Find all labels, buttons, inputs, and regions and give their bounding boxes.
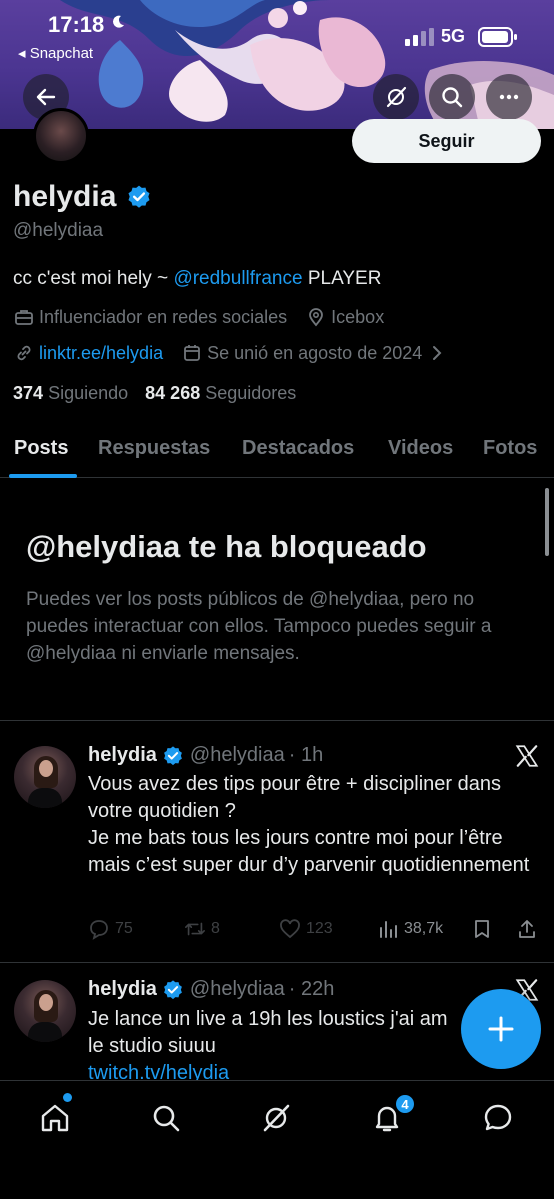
reply-button[interactable]: 75	[88, 918, 133, 940]
post-timestamp: · 22h	[288, 978, 335, 1000]
profile-avatar[interactable]	[33, 108, 89, 164]
compose-post-button[interactable]	[461, 989, 541, 1069]
message-icon	[484, 1104, 512, 1131]
profile-handle: @helydiaa	[13, 220, 104, 241]
chevron-right-icon[interactable]	[426, 342, 448, 364]
blocked-message: Puedes ver los posts públicos de @helydi…	[26, 589, 492, 664]
scrollbar[interactable]	[545, 488, 549, 556]
plus-icon	[488, 1016, 514, 1042]
post-avatar[interactable]	[14, 980, 76, 1042]
focus-moon-icon	[113, 15, 124, 28]
x-logo-icon[interactable]	[514, 743, 540, 769]
post-header: helydia @helydiaa · 1h	[88, 744, 323, 767]
post-text: Vous avez des tips pour être + disciplin…	[88, 771, 538, 879]
blocked-title: @helydiaa te ha bloqueado	[26, 529, 427, 564]
back-to-app-link[interactable]: ◂ Snapchat	[18, 44, 93, 62]
home-icon	[41, 1104, 69, 1132]
like-button[interactable]: 123	[279, 918, 333, 940]
reply-icon	[88, 918, 110, 940]
profile-website-link[interactable]: linktr.ee/helydia	[39, 343, 163, 364]
nav-messages[interactable]	[481, 1101, 515, 1135]
bio-mention-link[interactable]: @redbullfrance	[173, 268, 302, 289]
follow-counts: 374 Siguiendo 84 268 Seguidores	[13, 383, 296, 404]
nav-grok[interactable]	[259, 1101, 293, 1135]
post-actions: 75 8 123 38,7k	[88, 918, 540, 944]
views-count: 38,7k	[404, 920, 444, 937]
bookmark-button[interactable]	[471, 918, 498, 940]
profile-category: Influenciador en redes sociales	[39, 306, 288, 327]
follow-button[interactable]: Seguir	[352, 119, 541, 163]
post-author-handle: @helydiaa	[189, 978, 285, 1000]
home-unread-dot	[63, 1093, 72, 1102]
profile-joined-date[interactable]: Se unió en agosto de 2024	[207, 343, 422, 364]
verified-badge-icon	[164, 745, 182, 765]
bookmark-icon	[471, 918, 493, 940]
share-button[interactable]	[516, 918, 543, 940]
profile-tabs: Posts Respuestas Destacados Videos Fotos	[0, 420, 554, 478]
cellular-signal-icon	[405, 28, 434, 46]
post-author-handle: @helydiaa	[189, 744, 285, 766]
analytics-icon	[377, 918, 399, 940]
post-text-line: Je me bats tous les jours contre moi pou…	[88, 827, 530, 876]
profile-display-name: helydia	[13, 180, 117, 213]
bio-text-suffix: PLAYER	[302, 268, 382, 289]
search-icon	[153, 1105, 180, 1132]
notifications-badge: 4	[394, 1093, 416, 1115]
post-author-name[interactable]: helydia	[88, 744, 157, 767]
post-text: Je lance un live a 19h les loustics j'ai…	[88, 1006, 468, 1087]
repost-count: 8	[211, 920, 220, 937]
battery-icon	[478, 27, 517, 47]
profile-bio: cc c'est moi hely ~ @redbullfrance PLAYE…	[13, 268, 381, 290]
tab-videos[interactable]: Videos	[388, 437, 453, 460]
divider	[0, 962, 554, 963]
repost-button[interactable]: 8	[184, 918, 220, 940]
profile-location: Icebox	[331, 306, 385, 327]
search-icon	[442, 87, 463, 108]
active-tab-indicator	[9, 474, 77, 478]
briefcase-icon	[13, 306, 35, 328]
bio-text: cc c'est moi hely ~	[13, 268, 174, 289]
profile-banner: 17:18 ◂ Snapchat 5G	[0, 0, 554, 129]
reply-count: 75	[115, 920, 133, 937]
search-button[interactable]	[429, 74, 475, 120]
share-icon	[516, 918, 538, 940]
tab-posts[interactable]: Posts	[14, 437, 68, 460]
like-count: 123	[306, 920, 333, 937]
views-button[interactable]: 38,7k	[377, 918, 443, 940]
repost-icon	[184, 918, 206, 940]
tab-fotos[interactable]: Fotos	[483, 437, 537, 460]
more-horizontal-icon	[499, 94, 519, 100]
network-type: 5G	[441, 26, 466, 46]
post-text-line: le studio siuuu	[88, 1035, 216, 1057]
heart-icon	[279, 918, 301, 940]
grok-button[interactable]	[373, 74, 419, 120]
post-author-name[interactable]: helydia	[88, 978, 157, 1001]
following-link[interactable]: 374 Siguiendo	[13, 383, 128, 403]
calendar-icon	[181, 342, 203, 364]
tab-destacados[interactable]: Destacados	[242, 437, 354, 460]
followers-link[interactable]: 84 268 Seguidores	[145, 383, 296, 403]
post-text-line: Je lance un live a 19h les loustics j'ai…	[88, 1008, 448, 1030]
location-pin-icon	[305, 306, 327, 328]
profile-meta-row-1: Influenciador en redes sociales Icebox	[13, 306, 384, 328]
link-icon	[13, 342, 35, 364]
profile-meta-row-2: linktr.ee/helydia Se unió en agosto de 2…	[13, 342, 452, 364]
post-header: helydia @helydiaa · 22h	[88, 978, 334, 1001]
post-avatar[interactable]	[14, 746, 76, 808]
status-time: 17:18	[48, 12, 105, 37]
grok-icon	[386, 86, 407, 108]
post-timestamp: · 1h	[288, 744, 324, 766]
arrow-left-icon	[36, 88, 56, 106]
tab-respuestas[interactable]: Respuestas	[98, 437, 210, 460]
nav-search[interactable]	[149, 1101, 183, 1135]
divider	[0, 720, 554, 721]
more-options-button[interactable]	[486, 74, 532, 120]
nav-home[interactable]	[38, 1101, 72, 1135]
post-text-line: Vous avez des tips pour être + disciplin…	[88, 773, 502, 822]
grok-icon	[263, 1104, 290, 1132]
verified-badge-icon	[164, 979, 182, 999]
bottom-navigation	[0, 1080, 554, 1199]
verified-badge-icon[interactable]	[126, 184, 152, 210]
